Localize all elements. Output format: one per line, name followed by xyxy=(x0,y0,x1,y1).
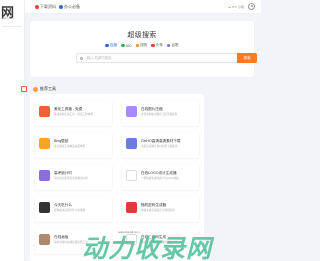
tool-card-desc: 每日更新高清精美桌面壁纸 xyxy=(54,145,86,148)
lock-icon xyxy=(126,202,137,213)
top-link-office[interactable]: 办公必备 xyxy=(59,4,80,10)
search-placeholder: 输入关键词搜索 xyxy=(87,55,112,60)
watermark-logo: 动力收录网 xyxy=(82,234,213,261)
tool-card[interactable]: 美化工具箱 - 免费 集成多种实用工具，提高工作效率 xyxy=(35,100,112,126)
tool-card-desc: 帮你解决每天吃什么的难题 xyxy=(54,209,86,212)
download-icon xyxy=(35,5,39,9)
tool-card-desc: 集成多种实用工具，提高工作效率 xyxy=(54,113,93,116)
sidebar-divider xyxy=(2,26,22,27)
weather-widget[interactable]: ☁ 8°C 小雨 xyxy=(228,5,244,9)
tool-card[interactable]: 今天吃什么 帮你解决每天吃什么的难题 xyxy=(35,196,112,222)
weather-text: 8°C 小雨 xyxy=(232,4,244,9)
top-link-label: 下载资料 xyxy=(40,4,56,9)
tab-label: 360 xyxy=(125,43,132,48)
site-logo-subtitle: qiaorf.com xyxy=(1,17,14,20)
tool-card[interactable]: 随机密码生成器 快速生成高强度安全随机密码 xyxy=(122,196,199,222)
user-icon[interactable] xyxy=(248,3,255,10)
tab-label: 搜狗 xyxy=(140,43,148,47)
image-icon xyxy=(126,106,137,117)
collapse-toggle[interactable] xyxy=(21,86,27,92)
sidebar: 网 qiaorf.com xyxy=(0,0,25,261)
search-card: 超级搜索 百度 360 搜狗 头条 谷歌 输入关键词搜索 搜索 xyxy=(30,21,257,77)
tool-card-desc: 支持多种格式图片无损压缩处理 xyxy=(141,113,178,116)
heart-icon xyxy=(39,202,50,213)
section-header: 推荐工具 xyxy=(33,86,56,92)
tab-label: 百度 xyxy=(109,43,118,47)
watermark-url: www.dongli.com xyxy=(118,230,140,234)
tool-card[interactable]: OHHO高清高清素材下载 海量高清图片素材免费下载使用... xyxy=(122,132,199,158)
tool-card-desc: 快速生成高强度安全随机密码 xyxy=(141,209,175,212)
baidu-icon xyxy=(105,43,109,48)
weather-icon: ☁ xyxy=(228,4,232,9)
tool-card-desc: 海量高清图片素材免费下载使用... xyxy=(141,145,180,148)
recommend-icon xyxy=(33,86,38,92)
tab-sogou[interactable]: 搜狗 xyxy=(135,43,148,48)
microphone-icon xyxy=(126,138,137,149)
tool-card[interactable]: 在线LOGO设计生成器 一键快速生成专属个性LOGO图标 xyxy=(122,164,199,190)
tab-label: 头条 xyxy=(155,43,163,47)
top-right-tools: ☁ 8°C 小雨 xyxy=(228,3,255,10)
360-icon xyxy=(121,43,125,48)
tab-google[interactable]: 谷歌 xyxy=(166,43,179,48)
picture-icon xyxy=(39,138,50,149)
search-icon xyxy=(80,57,83,60)
tab-label: 谷歌 xyxy=(171,43,179,47)
office-icon xyxy=(59,5,63,9)
tool-card[interactable]: 在线图片压缩 支持多种格式图片无损压缩处理 xyxy=(122,100,199,126)
tool-card-desc: 一键快速生成专属个性LOGO图标 xyxy=(141,177,180,180)
tool-card[interactable]: Bing壁纸 每日更新高清精美桌面壁纸 xyxy=(35,132,112,158)
toutiao-icon xyxy=(151,43,155,48)
toolbox-icon xyxy=(39,106,50,117)
tab-toutiao[interactable]: 头条 xyxy=(151,43,163,48)
search-button[interactable]: 搜索 xyxy=(237,53,257,63)
tab-baidu[interactable]: 百度 xyxy=(105,43,117,48)
google-icon xyxy=(166,43,171,48)
search-title: 超级搜索 xyxy=(127,32,157,39)
palette-icon xyxy=(39,234,50,245)
top-bar: 下载资料 办公必备 ☁ 8°C 小雨 xyxy=(25,0,261,14)
clock-icon xyxy=(39,170,50,181)
top-link-download[interactable]: 下载资料 xyxy=(35,4,56,10)
section-title: 推荐工具 xyxy=(40,86,56,91)
search-input[interactable]: 输入关键词搜索 xyxy=(76,53,237,63)
tool-card[interactable]: 高考倒计时 实时显示距离高考的剩余时间 xyxy=(35,164,112,190)
sogou-icon xyxy=(135,43,140,48)
top-link-label: 办公必备 xyxy=(64,4,80,9)
logo-icon xyxy=(126,170,137,181)
search-row: 输入关键词搜索 搜索 xyxy=(76,53,257,63)
tool-card-desc: 实时显示距离高考的剩余时间 xyxy=(54,177,88,180)
tab-360[interactable]: 360 xyxy=(121,43,132,48)
search-engine-tabs: 百度 360 搜狗 头条 谷歌 xyxy=(30,43,254,48)
